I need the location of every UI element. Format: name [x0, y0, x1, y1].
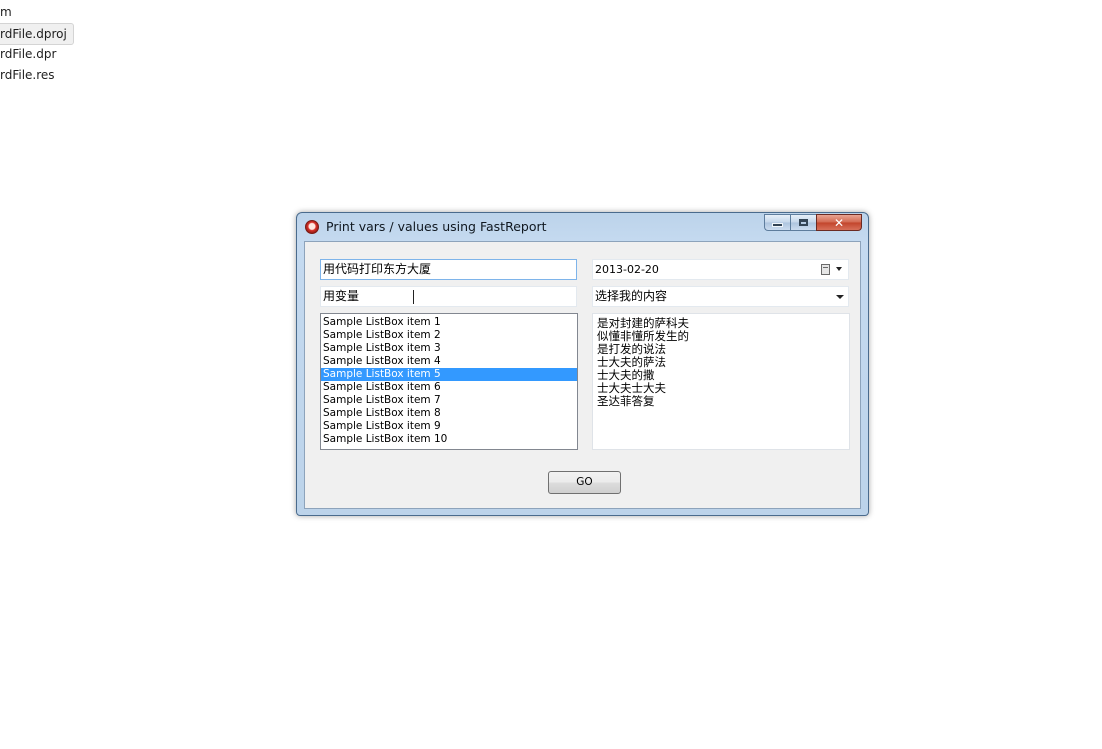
listbox-item[interactable]: Sample ListBox item 6 — [321, 381, 577, 394]
combo-box[interactable]: 选择我的内容 — [592, 286, 849, 307]
text-edit-2[interactable]: 用变量 — [320, 286, 577, 307]
listbox-item[interactable]: Sample ListBox item 3 — [321, 342, 577, 355]
date-value: 2013-02-20 — [595, 263, 659, 276]
date-picker[interactable]: 2013-02-20 — [592, 259, 849, 280]
calendar-icon[interactable] — [821, 264, 830, 275]
dialog-window: Print vars / values using FastReport ✕ 用… — [296, 212, 869, 516]
memo-line: 圣达菲答复 — [597, 394, 655, 408]
listbox-item[interactable]: Sample ListBox item 9 — [321, 420, 577, 433]
close-button[interactable]: ✕ — [816, 214, 862, 231]
close-icon: ✕ — [833, 215, 845, 230]
app-icon — [305, 220, 319, 234]
background-file-item-selected[interactable]: rdFile.dproj — [0, 23, 74, 45]
title-bar[interactable]: Print vars / values using FastReport ✕ — [297, 213, 868, 241]
text-edit-1[interactable]: 用代码打印东方大厦 — [320, 259, 577, 280]
memo-box[interactable]: 是对封建的萨科夫 似懂非懂所发生的 是打发的说法 士大夫的萨法 士大夫的撒 士大… — [592, 313, 850, 450]
text-cursor-icon — [413, 290, 421, 304]
combo-box-value: 选择我的内容 — [595, 289, 668, 303]
maximize-button[interactable] — [790, 214, 816, 231]
maximize-icon — [799, 219, 808, 226]
listbox-item[interactable]: Sample ListBox item 8 — [321, 407, 577, 420]
caption-buttons: ✕ — [764, 214, 862, 232]
listbox-item[interactable]: Sample ListBox item 1 — [321, 316, 577, 329]
background-file-item[interactable]: rdFile.dpr — [0, 44, 62, 64]
sample-listbox[interactable]: Sample ListBox item 1 Sample ListBox ite… — [320, 313, 578, 450]
combo-dropdown-arrow-icon[interactable] — [836, 295, 844, 299]
listbox-item[interactable]: Sample ListBox item 4 — [321, 355, 577, 368]
date-dropdown-arrow-icon[interactable] — [836, 267, 842, 271]
listbox-item[interactable]: Sample ListBox item 2 — [321, 329, 577, 342]
text-edit-1-value: 用代码打印东方大厦 — [323, 262, 432, 276]
window-title: Print vars / values using FastReport — [326, 219, 547, 234]
go-button[interactable]: GO — [548, 471, 621, 494]
minimize-button[interactable] — [764, 214, 790, 231]
form-client-area: 用代码打印东方大厦 2013-02-20 用变量 选择我的内容 Sample L… — [304, 241, 861, 509]
minimize-icon — [772, 223, 783, 227]
background-file-item[interactable]: rdFile.res — [0, 65, 61, 85]
text-edit-2-value: 用变量 — [323, 289, 360, 303]
listbox-item-selected[interactable]: Sample ListBox item 5 — [321, 368, 577, 381]
listbox-item[interactable]: Sample ListBox item 10 — [321, 433, 577, 446]
listbox-item[interactable]: Sample ListBox item 7 — [321, 394, 577, 407]
background-file-item[interactable]: m — [0, 2, 18, 22]
